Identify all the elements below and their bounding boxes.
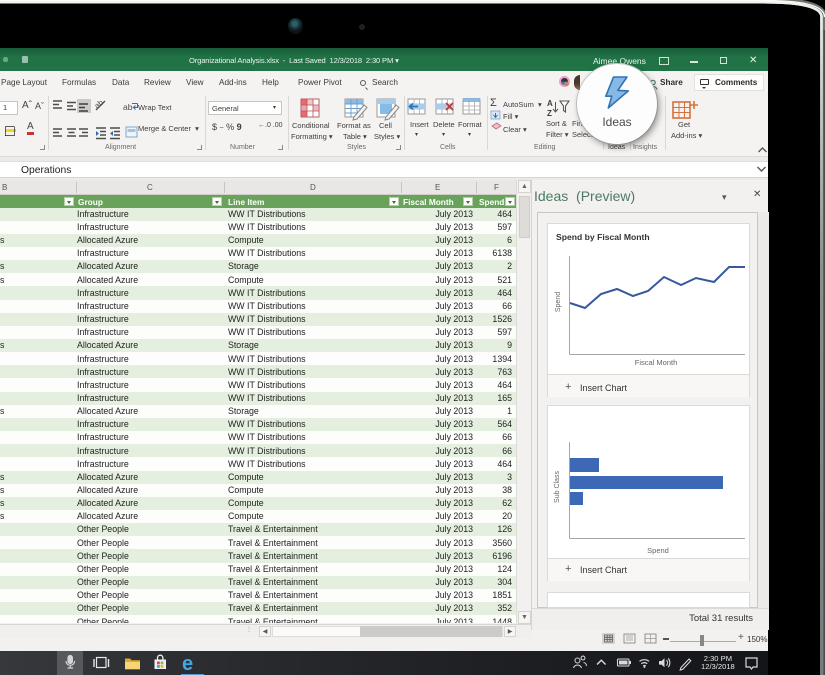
svg-text:Sub Class: Sub Class (554, 471, 561, 503)
svg-text:e: e (182, 653, 193, 675)
svg-text:Z: Z (547, 109, 552, 118)
svg-text:ab: ab (93, 98, 106, 111)
svg-text:A: A (547, 99, 553, 108)
svg-text:ab: ab (123, 102, 133, 112)
svg-text:Fiscal Month: Fiscal Month (635, 358, 678, 367)
svg-text:Spend: Spend (555, 292, 562, 312)
svg-text:Spend: Spend (647, 546, 669, 555)
